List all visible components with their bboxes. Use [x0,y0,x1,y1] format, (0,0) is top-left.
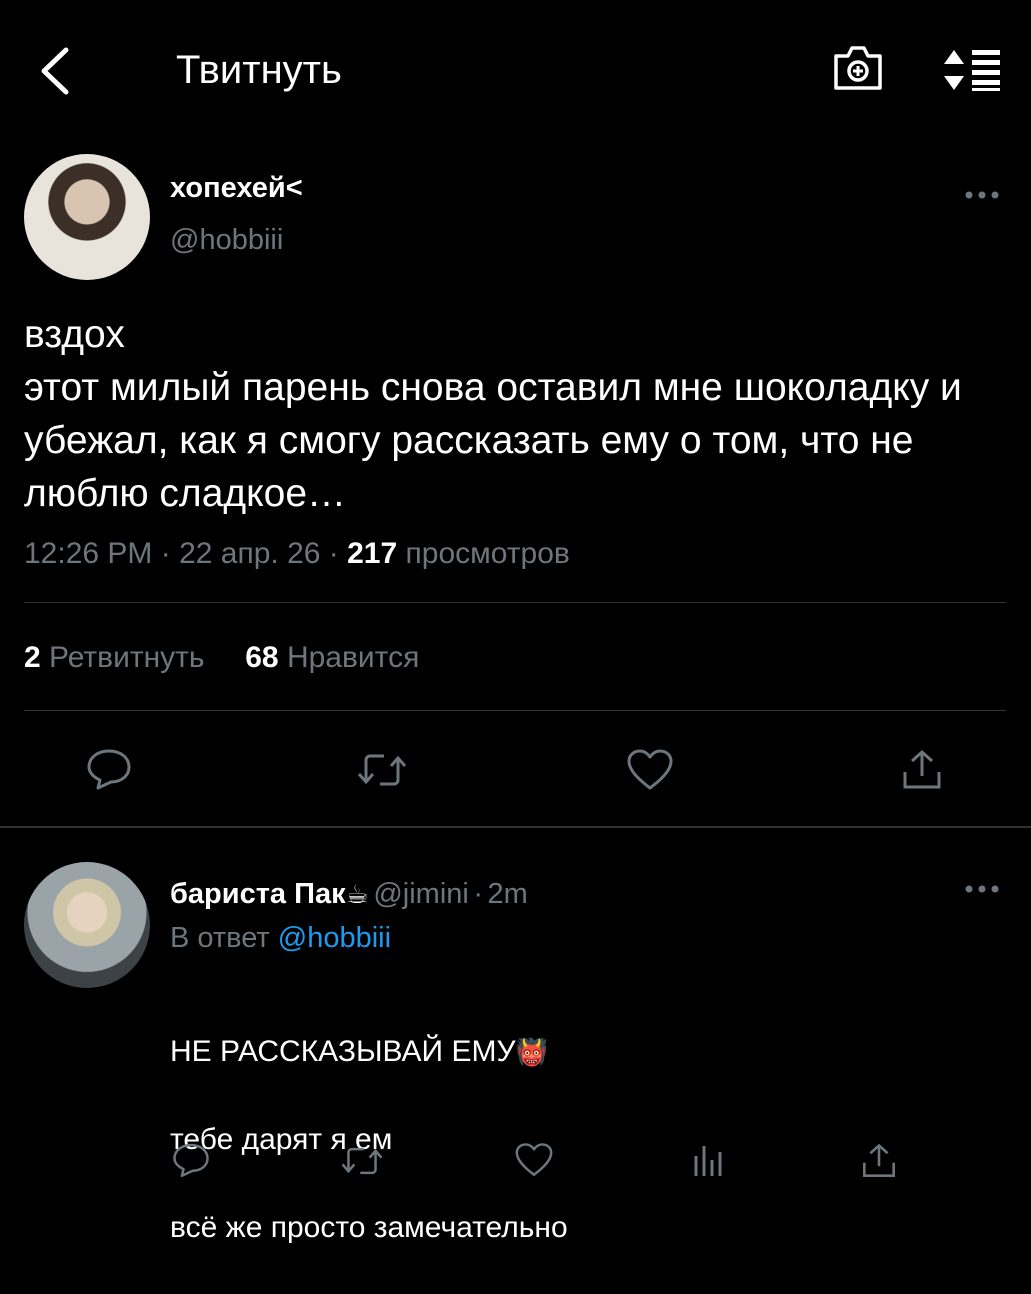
tweet-time: 12:26 PM [24,537,153,570]
camera-add-icon[interactable] [832,44,884,92]
reply-text: НЕ РАССКАЗЫВАЙ ЕМУ👹 тебе дарят я ем всё … [170,986,568,1294]
retweets-label: Ретвитнуть [49,641,205,674]
author-name[interactable]: хопехей< [170,170,303,206]
reply-author-name[interactable]: бариста Пак [170,878,346,910]
more-options-icon[interactable] [964,190,1000,200]
reply-reply-icon[interactable] [172,1142,210,1178]
replying-to-link[interactable]: @hobbiii [278,922,391,954]
share-icon[interactable] [900,748,944,792]
page-title: Твитнуть [176,48,342,92]
reply-age: 2m [487,878,528,910]
likes-label: Нравится [286,641,420,674]
reply-line-3: всё же просто замечательно [170,1211,568,1244]
author-handle[interactable]: @hobbiii [170,222,283,258]
meta-separator: · [473,878,483,910]
likes-stat[interactable]: 68 Нравится [245,641,419,674]
meta-separator: · [328,537,348,570]
section-divider [0,826,1031,828]
retweets-count: 2 [24,641,41,674]
views-count: 217 [347,537,398,570]
reply-line-1: НЕ РАССКАЗЫВАЙ ЕМУ [170,1035,516,1068]
reply-more-options-icon[interactable] [964,884,1000,894]
meta-separator: · [160,537,180,570]
reply-share-icon[interactable] [860,1142,898,1180]
ogre-emoji: 👹 [515,1037,548,1067]
reply-like-icon[interactable] [514,1142,554,1178]
back-icon[interactable] [38,46,72,96]
divider [24,602,1006,603]
tweet-date: 22 апр. 26 [179,537,321,570]
reply-author-avatar[interactable] [24,862,150,988]
like-icon[interactable] [626,748,674,792]
divider [24,710,1006,711]
reply-icon[interactable] [86,748,132,790]
retweets-stat[interactable]: 2 Ретвитнуть [24,641,213,674]
tweet-stats: 2 Ретвитнуть 68 Нравится [24,640,419,676]
tweet-meta: 12:26 PM · 22 апр. 26 · 217 просмотров [24,536,570,572]
views-label: просмотров [405,537,570,570]
retweet-icon[interactable] [356,750,408,790]
reply-analytics-icon[interactable] [692,1142,724,1178]
replying-to: В ответ @hobbiii [170,920,391,956]
reply-retweet-icon[interactable] [340,1144,384,1178]
reply-author-handle[interactable]: @jimini [373,878,469,910]
replying-prefix: В ответ [170,922,270,954]
coffee-emoji: ☕ [345,879,369,909]
author-avatar[interactable] [24,154,150,280]
reply-header: бариста Пак☕ @jimini · 2m [170,876,528,912]
likes-count: 68 [245,641,279,674]
tweet-text: вздох этот милый парень снова оставил мн… [24,313,962,515]
sort-icon[interactable] [942,48,1004,92]
